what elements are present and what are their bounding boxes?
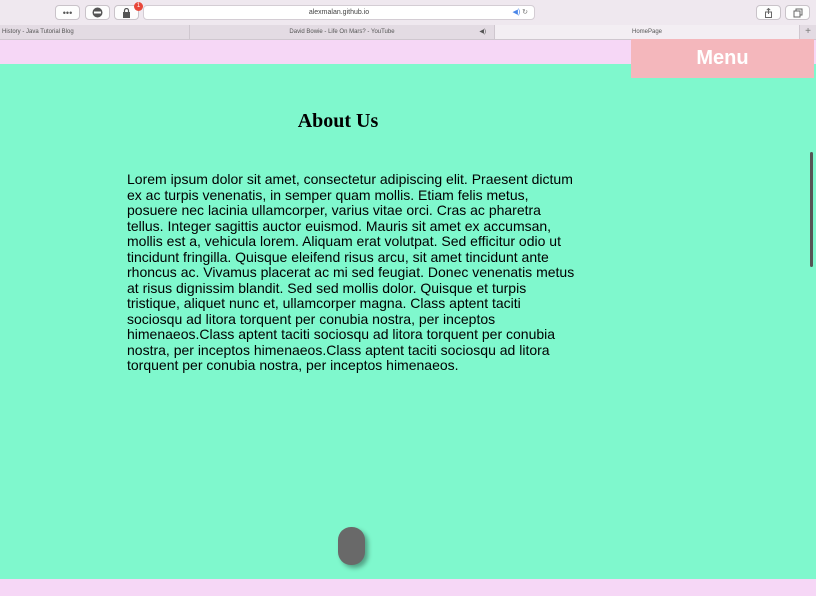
block-icon <box>92 7 103 18</box>
about-paragraph: Lorem ipsum dolor sit amet, consectetur … <box>127 171 575 373</box>
more-label: ••• <box>62 7 73 18</box>
address-actions: ◀) ↻ <box>512 6 528 19</box>
tab-java-blog[interactable]: History - Java Tutorial Blog <box>0 25 190 39</box>
share-button[interactable] <box>756 5 781 20</box>
scrollbar[interactable] <box>810 152 813 267</box>
tab-label: HomePage <box>631 29 663 35</box>
extension-button[interactable]: 1 <box>114 2 143 20</box>
speaker-icon[interactable]: ◀) <box>512 9 520 16</box>
new-tab-button[interactable]: + <box>800 25 816 39</box>
address-bar[interactable]: alexmalan.github.io ◀) ↻ <box>143 5 535 20</box>
page-title: About Us <box>297 110 379 132</box>
menu-button[interactable]: Menu <box>631 39 814 78</box>
site-footer <box>0 579 816 596</box>
more-button[interactable]: ••• <box>55 5 80 20</box>
browser-toolbar: ••• 1 alexmalan.github.io ◀) ↻ <box>0 0 816 26</box>
touch-indicator <box>338 527 365 565</box>
tab-homepage[interactable]: HomePage <box>495 25 800 39</box>
tabs-icon <box>793 8 802 17</box>
tab-label: History - Java Tutorial Blog <box>2 29 74 35</box>
tab-bar: History - Java Tutorial Blog David Bowie… <box>0 25 816 40</box>
tabs-button[interactable] <box>785 5 810 20</box>
tab-youtube[interactable]: David Bowie - Life On Mars? - YouTube ◀) <box>190 25 495 39</box>
block-button[interactable] <box>85 5 110 20</box>
share-icon <box>765 7 772 18</box>
tab-audio-icon[interactable]: ◀) <box>479 25 486 39</box>
reload-icon[interactable]: ↻ <box>522 9 528 16</box>
address-url: alexmalan.github.io <box>308 9 370 16</box>
notification-badge: 1 <box>134 2 143 11</box>
lock-icon <box>123 7 130 18</box>
tab-label: David Bowie - Life On Mars? - YouTube <box>289 29 395 35</box>
